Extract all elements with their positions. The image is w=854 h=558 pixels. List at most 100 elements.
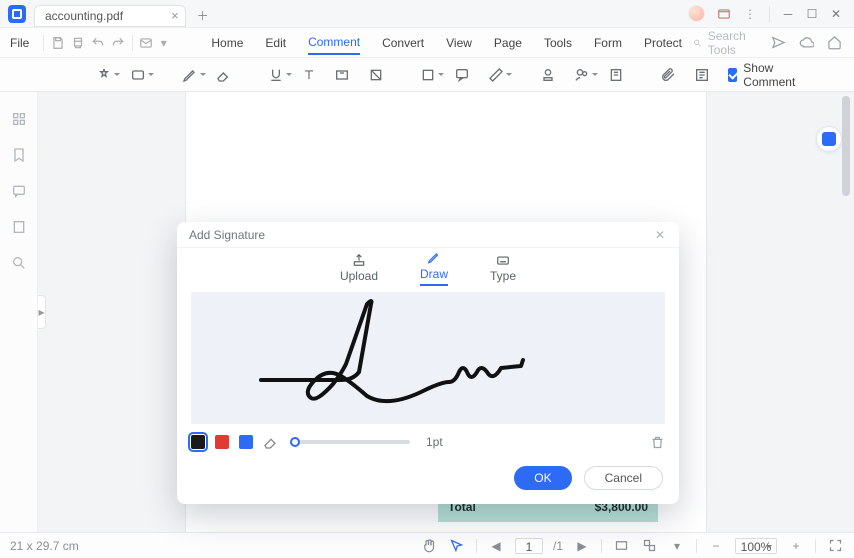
menu-tools[interactable]: Tools — [544, 32, 572, 54]
show-comment-toggle[interactable]: Show Comment — [728, 61, 800, 89]
window-close-icon[interactable]: ✕ — [826, 4, 846, 24]
signature-tool[interactable] — [574, 63, 590, 87]
page-number-input[interactable]: 1 — [515, 538, 543, 554]
page-dimensions: 21 x 29.7 cm — [10, 539, 79, 553]
document-tab[interactable]: accounting.pdf × — [34, 5, 186, 27]
new-tab-button[interactable]: ＋ — [192, 5, 214, 27]
status-bar: 21 x 29.7 cm ◀ 1 /1 ▶ ▾ − 100% + — [0, 532, 854, 558]
separator — [601, 539, 602, 553]
measure-tool[interactable] — [488, 63, 504, 87]
underline-tool[interactable] — [268, 63, 284, 87]
color-blue[interactable] — [239, 435, 253, 449]
menu-home[interactable]: Home — [211, 32, 243, 54]
menu-edit[interactable]: Edit — [265, 32, 286, 54]
attachments-panel-icon[interactable] — [10, 218, 28, 236]
fullscreen-icon[interactable] — [826, 537, 844, 555]
window-maximize-icon[interactable]: ☐ — [802, 4, 822, 24]
thickness-label: 1pt — [426, 435, 443, 449]
checkbox-checked-icon — [728, 68, 737, 82]
select-tool-icon[interactable] — [448, 537, 466, 555]
tab-type[interactable]: Type — [490, 253, 516, 286]
view-mode-icon[interactable]: ▾ — [668, 537, 686, 555]
zoom-value[interactable]: 100% — [735, 538, 777, 554]
separator — [696, 539, 697, 553]
menu-comment[interactable]: Comment — [308, 31, 360, 55]
close-tab-icon[interactable]: × — [171, 9, 179, 22]
menu-protect[interactable]: Protect — [644, 32, 682, 54]
stamp-create-tool[interactable] — [608, 63, 624, 87]
floating-action-button[interactable] — [816, 126, 842, 152]
stamp-tool[interactable] — [540, 63, 556, 87]
zoom-out-icon[interactable]: − — [707, 537, 725, 555]
comments-panel-icon[interactable] — [10, 182, 28, 200]
area-highlight-tool[interactable] — [368, 63, 384, 87]
account-avatar[interactable] — [688, 5, 705, 22]
text-tool[interactable] — [302, 63, 316, 87]
fit-width-icon[interactable] — [612, 537, 630, 555]
tab-upload[interactable]: Upload — [340, 253, 378, 286]
color-black[interactable] — [191, 435, 205, 449]
app-logo-icon — [8, 5, 26, 23]
undo-icon[interactable] — [91, 32, 105, 54]
tab-draw[interactable]: Draw — [420, 251, 448, 286]
search-panel-icon[interactable] — [10, 254, 28, 272]
ok-button[interactable]: OK — [514, 466, 571, 490]
menu-bar: File ▾ Home Edit Comment Convert View Pa… — [0, 28, 854, 58]
send-icon[interactable] — [770, 35, 786, 51]
redo-icon[interactable] — [111, 32, 125, 54]
cloud-icon[interactable] — [798, 35, 814, 51]
dialog-actions: OK Cancel — [177, 454, 679, 504]
pencil-tool[interactable] — [182, 63, 198, 87]
delete-signature-icon[interactable] — [649, 434, 665, 450]
notification-icon[interactable] — [716, 6, 732, 22]
add-signature-dialog: Add Signature ✕ Upload Draw Type — [177, 222, 679, 504]
home-icon[interactable] — [826, 35, 842, 51]
draw-icon — [425, 251, 443, 265]
menu-form[interactable]: Form — [594, 32, 622, 54]
slider-thumb-icon[interactable] — [290, 437, 300, 447]
shape-tool[interactable] — [420, 63, 436, 87]
file-menu[interactable]: File — [0, 36, 39, 50]
signature-tools: 1pt — [191, 434, 665, 450]
menu-page[interactable]: Page — [494, 32, 522, 54]
textbox-tool[interactable] — [334, 63, 350, 87]
vertical-scrollbar[interactable] — [842, 96, 850, 196]
show-comment-label: Show Comment — [743, 61, 800, 89]
zoom-in-icon[interactable]: + — [787, 537, 805, 555]
menu-view[interactable]: View — [446, 32, 472, 54]
left-rail — [0, 92, 38, 532]
color-red[interactable] — [215, 435, 229, 449]
cancel-button[interactable]: Cancel — [584, 466, 663, 490]
dialog-close-icon[interactable]: ✕ — [653, 228, 667, 242]
tab-title: accounting.pdf — [45, 9, 123, 23]
callout-tool[interactable] — [454, 63, 470, 87]
bookmarks-icon[interactable] — [10, 146, 28, 164]
upload-icon — [350, 253, 368, 267]
search-tools-input[interactable]: Search Tools — [682, 28, 762, 58]
fit-page-icon[interactable] — [640, 537, 658, 555]
dialog-title-bar: Add Signature ✕ — [177, 222, 679, 248]
comment-panel-tool[interactable] — [694, 63, 710, 87]
hand-tool-icon[interactable] — [420, 537, 438, 555]
thickness-slider[interactable] — [295, 440, 410, 444]
collapse-left-handle[interactable]: ▸ — [38, 295, 46, 329]
prev-page-icon[interactable]: ◀ — [487, 537, 505, 555]
dialog-title: Add Signature — [189, 228, 265, 242]
note-tool[interactable] — [96, 63, 112, 87]
attachment-tool[interactable] — [660, 63, 676, 87]
tab-label: Type — [490, 269, 516, 283]
eraser-tool[interactable] — [216, 63, 232, 87]
thumbnails-icon[interactable] — [10, 110, 28, 128]
save-icon[interactable] — [51, 32, 65, 54]
next-page-icon[interactable]: ▶ — [573, 537, 591, 555]
mail-icon[interactable] — [139, 32, 153, 54]
keyboard-icon — [494, 253, 512, 267]
window-minimize-icon[interactable]: ─ — [778, 4, 798, 24]
eraser-icon[interactable] — [263, 434, 279, 450]
menu-convert[interactable]: Convert — [382, 32, 424, 54]
print-icon[interactable] — [71, 32, 85, 54]
mail-dropdown-icon[interactable]: ▾ — [159, 32, 168, 54]
signature-canvas[interactable] — [191, 292, 665, 424]
highlight-tool[interactable] — [130, 63, 146, 87]
kebab-menu-icon[interactable]: ⋮ — [742, 6, 758, 22]
